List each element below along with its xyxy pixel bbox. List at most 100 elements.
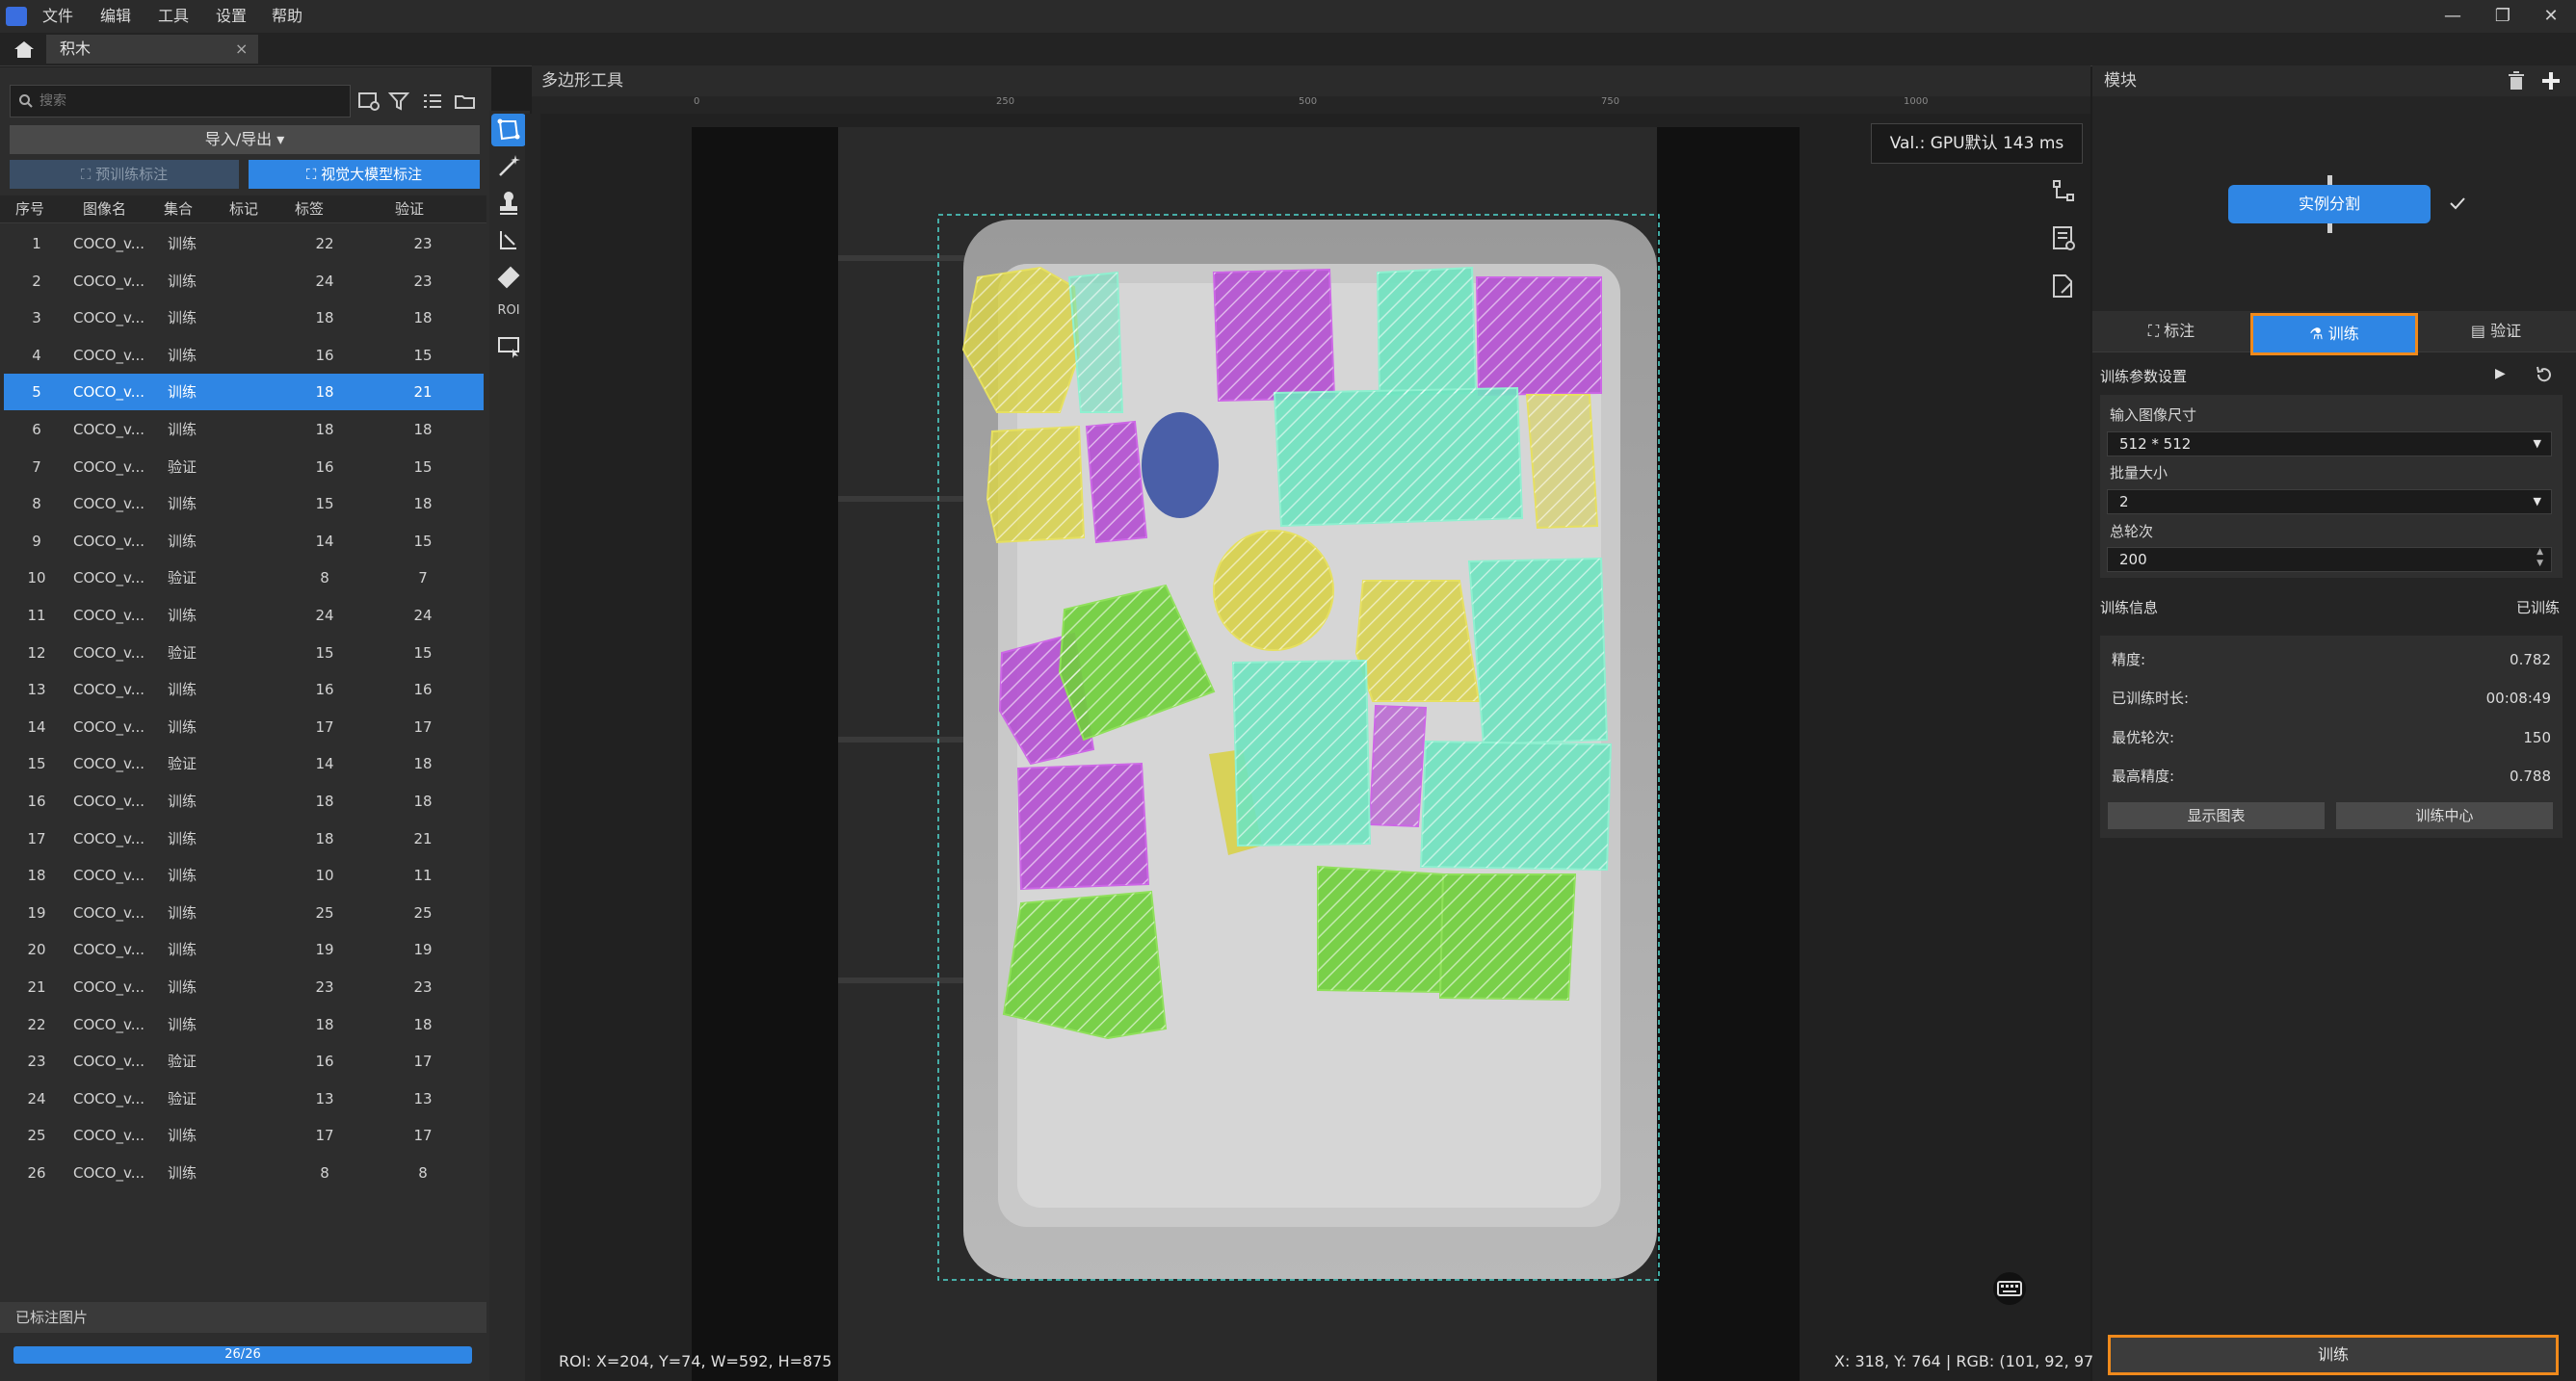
column-header-set[interactable]: 集合 [164, 195, 193, 222]
table-row[interactable]: 9 COCO_v... 训练 14 15 [4, 523, 484, 560]
search-field[interactable] [10, 85, 351, 117]
row-set: 训练 [168, 681, 197, 699]
play-icon[interactable]: ▶ [2495, 366, 2514, 385]
row-mark-count: 25 [315, 903, 334, 922]
train-center-button[interactable]: 训练中心 [2336, 802, 2553, 829]
menu-file[interactable]: 文件 [42, 0, 73, 33]
image-filter-icon[interactable] [356, 89, 381, 114]
annotated-image[interactable] [539, 114, 2090, 1381]
edit-mask-icon[interactable] [2042, 268, 2085, 306]
row-set: 验证 [168, 457, 197, 476]
input-size-label: 输入图像尺寸 [2110, 406, 2197, 424]
table-row[interactable]: 12 COCO_v... 验证 15 15 [4, 635, 484, 671]
table-row[interactable]: 22 COCO_v... 训练 18 18 [4, 1006, 484, 1043]
clear-tool-icon[interactable] [491, 260, 526, 293]
magic-wand-icon[interactable] [491, 150, 526, 183]
table-row[interactable]: 24 COCO_v... 验证 13 13 [4, 1081, 484, 1117]
table-row[interactable]: 23 COCO_v... 验证 16 17 [4, 1043, 484, 1080]
restore-button[interactable]: ❐ [2478, 0, 2528, 33]
row-image-name: COCO_v... [73, 829, 145, 847]
vlm-annotation-button[interactable]: ⛶ 视觉大模型标注 [249, 160, 480, 189]
info-value: 150 [2523, 729, 2551, 746]
table-row[interactable]: 21 COCO_v... 训练 23 23 [4, 969, 484, 1005]
row-image-name: COCO_v... [73, 867, 145, 885]
table-row[interactable]: 20 COCO_v... 训练 19 19 [4, 931, 484, 968]
show-chart-button[interactable]: 显示图表 [2108, 802, 2325, 829]
tab-annotate[interactable]: ⛶ 标注 [2092, 311, 2250, 352]
roi-select-icon[interactable] [491, 329, 526, 362]
row-index: 19 [27, 903, 46, 922]
node-graph-icon[interactable] [2042, 171, 2085, 210]
table-row[interactable]: 2 COCO_v... 训练 24 23 [4, 263, 484, 300]
table-row[interactable]: 6 COCO_v... 训练 18 18 [4, 411, 484, 448]
canvas-title: 多边形工具 [541, 71, 623, 91]
close-tab-icon[interactable]: × [235, 35, 248, 64]
table-row[interactable]: 5 COCO_v... 训练 18 21 [4, 374, 484, 411]
list-view-icon[interactable] [420, 89, 445, 114]
stamp-tool-icon[interactable] [491, 187, 526, 220]
menu-help[interactable]: 帮助 [272, 0, 302, 33]
minimize-button[interactable]: — [2428, 0, 2478, 33]
epochs-stepper[interactable]: 200 ▲ ▼ [2107, 547, 2552, 572]
import-export-button[interactable]: 导入/导出 ▾ [10, 125, 480, 154]
table-row[interactable]: 25 COCO_v... 训练 17 17 [4, 1117, 484, 1154]
row-index: 6 [32, 421, 41, 438]
menu-settings[interactable]: 设置 [216, 0, 247, 33]
tab-train[interactable]: ⚗ 训练 [2250, 313, 2418, 355]
delete-icon[interactable] [2505, 69, 2528, 92]
table-row[interactable]: 11 COCO_v... 训练 24 24 [4, 597, 484, 634]
folder-icon[interactable] [453, 89, 478, 114]
row-verify-count: 17 [413, 717, 433, 736]
polygon-tool-icon[interactable] [491, 114, 526, 146]
column-header-image-name[interactable]: 图像名 [83, 195, 126, 222]
eraser-tool-icon[interactable] [491, 223, 526, 256]
search-icon [19, 94, 33, 108]
column-header-index[interactable]: 序号 [15, 195, 44, 222]
table-row[interactable]: 15 COCO_v... 验证 14 18 [4, 745, 484, 782]
column-header-label[interactable]: 标签 [295, 195, 324, 222]
table-row[interactable]: 4 COCO_v... 训练 16 15 [4, 337, 484, 374]
row-mark-count: 24 [315, 607, 334, 624]
left-ruler [525, 114, 540, 1381]
table-row[interactable]: 26 COCO_v... 训练 8 8 [4, 1155, 484, 1191]
table-row[interactable]: 14 COCO_v... 训练 17 17 [4, 709, 484, 745]
row-mark-count: 16 [315, 457, 334, 476]
add-icon[interactable] [2539, 69, 2563, 92]
search-input[interactable] [38, 88, 340, 115]
filter-icon[interactable] [387, 89, 412, 114]
keyboard-icon[interactable] [1988, 1271, 2031, 1306]
table-row[interactable]: 10 COCO_v... 验证 8 7 [4, 560, 484, 596]
node-input-port [2327, 175, 2332, 185]
row-mark-count: 18 [315, 1015, 334, 1033]
stepper-arrows-icon[interactable]: ▲ ▼ [2537, 546, 2543, 569]
row-verify-count: 19 [413, 941, 433, 959]
column-header-mark[interactable]: 标记 [229, 195, 258, 222]
table-row[interactable]: 7 COCO_v... 验证 16 15 [4, 449, 484, 485]
pretrain-annotation-button[interactable]: ⛶ 预训练标注 [10, 160, 239, 189]
close-button[interactable]: ✕ [2526, 0, 2576, 33]
table-row[interactable]: 19 COCO_v... 训练 25 25 [4, 895, 484, 931]
table-row[interactable]: 3 COCO_v... 训练 18 18 [4, 300, 484, 336]
document-tab[interactable]: 积木 × [46, 35, 258, 64]
table-row[interactable]: 18 COCO_v... 训练 10 11 [4, 857, 484, 894]
roi-tool[interactable]: ROI [491, 295, 526, 327]
row-index: 18 [27, 867, 46, 885]
menu-tools[interactable]: 工具 [158, 0, 189, 33]
train-button[interactable]: 训练 [2108, 1335, 2559, 1375]
table-row[interactable]: 17 COCO_v... 训练 18 21 [4, 821, 484, 857]
report-icon[interactable] [2042, 220, 2085, 258]
table-row[interactable]: 13 COCO_v... 训练 16 16 [4, 671, 484, 708]
table-row[interactable]: 8 COCO_v... 训练 15 18 [4, 485, 484, 522]
row-index: 21 [27, 978, 46, 996]
table-row[interactable]: 1 COCO_v... 训练 22 23 [4, 225, 484, 262]
table-row[interactable]: 16 COCO_v... 训练 18 18 [4, 783, 484, 820]
menu-edit[interactable]: 编辑 [100, 0, 131, 33]
home-icon[interactable] [12, 39, 37, 60]
instance-segmentation-node[interactable]: 实例分割 [2228, 185, 2431, 223]
tab-validate[interactable]: ▤ 验证 [2416, 311, 2576, 352]
reset-icon[interactable] [2534, 364, 2555, 385]
batch-size-select[interactable]: 2 ▼ [2107, 489, 2552, 514]
input-size-select[interactable]: 512 * 512 ▼ [2107, 431, 2552, 456]
column-header-verify[interactable]: 验证 [395, 195, 424, 222]
row-mark-count: 16 [315, 1053, 334, 1071]
